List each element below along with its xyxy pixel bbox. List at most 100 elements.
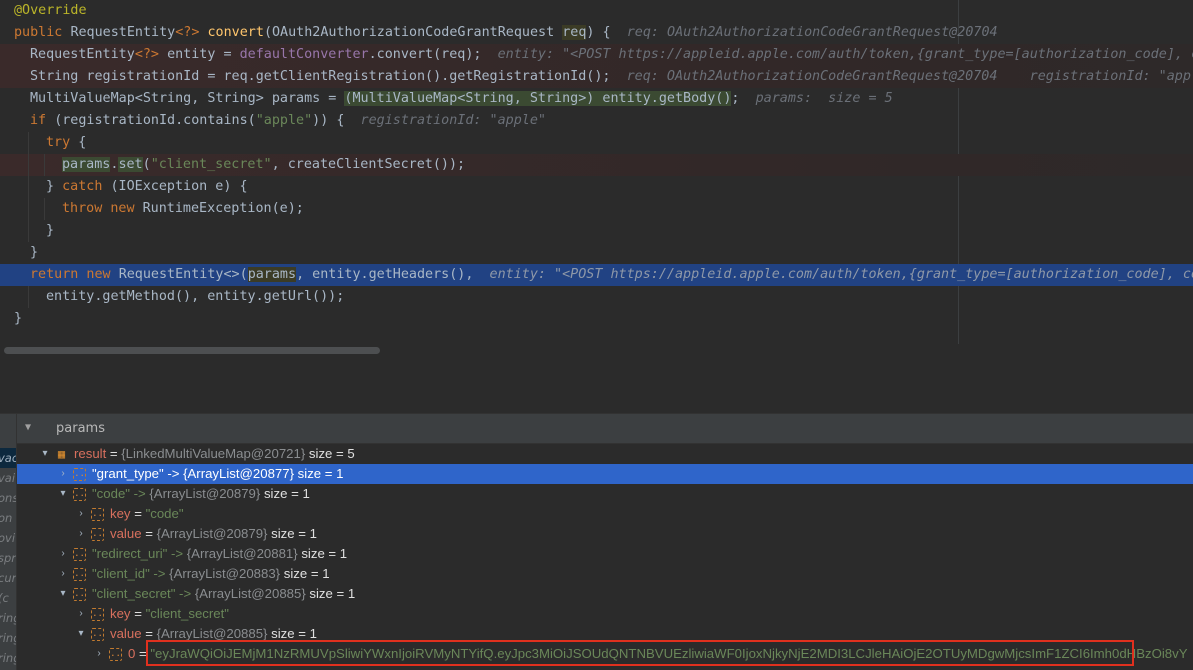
code-token: params [247, 267, 297, 282]
value-eq: = [141, 626, 157, 641]
code-text: params.set("client_secret", createClient… [62, 154, 465, 176]
frames-list[interactable]: vacvaionsonovisprcur(cringringring [0, 414, 17, 670]
code-line[interactable]: if (registrationId.contains("apple")) { … [0, 110, 1193, 132]
code-line[interactable]: } [0, 220, 1193, 242]
code-line[interactable]: public RequestEntity<?> convert(OAuth2Au… [0, 22, 1193, 44]
code-token: } [46, 223, 55, 238]
tree-node[interactable]: ▾ ▦ result = {LinkedMultiValueMap@20721} s… [17, 444, 1193, 464]
panel-title: params [56, 421, 105, 436]
tree-node[interactable]: ›.. value = {ArrayList@20879} size = 1 [17, 524, 1193, 544]
tree-node-label: "code" -> {ArrayList@20879} size = 1 [92, 484, 310, 504]
inline-debug-value: entity: "<POST https://appleid.apple.com… [497, 47, 1193, 62]
code-token: if [30, 113, 55, 128]
code-token: , entity.getHeaders(), [296, 267, 490, 282]
code-editor[interactable]: @Override public RequestEntity<?> convert… [0, 0, 1193, 344]
code-line[interactable]: params.set("client_secret", createClient… [0, 154, 1193, 176]
code-text: } catch (IOException e) { [46, 176, 248, 198]
tree-node[interactable]: ›.. "client_id" -> {ArrayList@20883} size… [17, 564, 1193, 584]
panel-splitter[interactable] [0, 358, 1193, 414]
chevron-down-icon[interactable]: ▾ [39, 444, 51, 464]
value-name: result [74, 446, 107, 461]
collapse-panel-button[interactable]: ▼ [17, 414, 47, 444]
object-icon: .. [73, 588, 86, 601]
chevron-right-icon[interactable]: › [57, 464, 69, 484]
stack-frame-item[interactable]: cur [0, 568, 16, 588]
stack-frame-item[interactable]: ring [0, 608, 16, 628]
tree-node[interactable]: ›.. 0 = "eyJraWQiOiJEMjM1NzRMUVpSliwiYWxn… [17, 644, 1193, 664]
stack-frame-item[interactable]: ring [0, 628, 16, 648]
chevron-right-icon[interactable]: › [75, 524, 87, 544]
value-name: key [110, 606, 131, 621]
code-line[interactable]: @Override [0, 0, 1193, 22]
value-name: value [110, 626, 142, 641]
chevron-right-icon[interactable]: › [93, 644, 105, 664]
tree-node[interactable]: ›.. "redirect_uri" -> {ArrayList@20881} s… [17, 544, 1193, 564]
editor-horizontal-scrollbar[interactable] [0, 344, 1193, 358]
tree-node[interactable]: ▾.. "client_secret" -> {ArrayList@20885} … [17, 584, 1193, 604]
tree-node-label: value = {ArrayList@20879} size = 1 [110, 524, 317, 544]
code-text: } [14, 308, 22, 330]
chevron-right-icon[interactable]: › [75, 604, 87, 624]
code-token: params [62, 157, 111, 172]
stack-frame-item[interactable]: ons [0, 488, 16, 508]
code-token: .convert(req); [368, 47, 498, 62]
code-line[interactable]: RequestEntity<?> entity = defaultConvert… [0, 44, 1193, 66]
inline-debug-value: registrationId: "apple" [360, 113, 546, 128]
stack-frame-item[interactable]: on [0, 508, 16, 528]
chevron-right-icon[interactable]: › [57, 564, 69, 584]
chevron-down-icon[interactable]: ▾ [57, 584, 69, 604]
stack-frame-item[interactable]: ovi [0, 528, 16, 548]
scrollbar-thumb[interactable] [4, 347, 380, 354]
code-token: RequestEntity [70, 25, 176, 40]
chevron-down-icon[interactable]: ▾ [57, 484, 69, 504]
tree-node[interactable]: ›.. "grant_type" -> {ArrayList@20877} siz… [17, 464, 1193, 484]
object-icon: .. [73, 568, 86, 581]
inline-debug-value: entity: "<POST https://appleid.apple.com… [489, 267, 1193, 282]
value-ref: {ArrayList@20885} [156, 626, 268, 641]
code-text: public RequestEntity<?> convert(OAuth2Au… [14, 22, 998, 44]
tree-node[interactable]: ›.. key = "client_secret" [17, 604, 1193, 624]
code-line[interactable]: } [0, 308, 1193, 330]
object-icon: .. [91, 628, 104, 641]
value-size: size = 1 [267, 626, 317, 641]
tree-node[interactable]: ▾.. value = {ArrayList@20885} size = 1 [17, 624, 1193, 644]
code-text: } [46, 220, 54, 242]
code-token: ( [142, 157, 151, 172]
code-line[interactable]: entity.getMethod(), entity.getUrl()); [0, 286, 1193, 308]
value-ref: {ArrayList@20881} [186, 546, 298, 561]
code-line[interactable]: try { [0, 132, 1193, 154]
chevron-right-icon[interactable]: › [57, 544, 69, 564]
code-token: return new [30, 267, 119, 282]
chevron-right-icon[interactable]: › [75, 504, 87, 524]
code-token: (MultiValueMap<String, String>) entity.g… [344, 91, 732, 106]
object-icon: .. [73, 488, 86, 501]
tree-node[interactable]: ▾.. "code" -> {ArrayList@20879} size = 1 [17, 484, 1193, 504]
value-eq: = [141, 526, 157, 541]
value-size: size = 1 [305, 586, 356, 601]
value-ref: {ArrayList@20879} [149, 486, 261, 501]
stack-frame-item[interactable]: (c [0, 588, 16, 608]
tree-node[interactable]: ›.. key = "code" [17, 504, 1193, 524]
map-object-icon: ▦ [57, 447, 66, 461]
stack-frame-item[interactable]: ring [0, 648, 16, 668]
code-token: entity.getMethod(), entity.getUrl()); [46, 289, 345, 304]
code-token: entity = [167, 47, 240, 62]
code-line[interactable]: String registrationId = req.getClientReg… [0, 66, 1193, 88]
value-quoted: "code" -> [92, 486, 150, 501]
code-line[interactable]: } catch (IOException e) { [0, 176, 1193, 198]
object-icon: .. [91, 508, 104, 521]
code-token: (registrationId.contains( [54, 113, 256, 128]
code-token: convert [207, 25, 264, 40]
code-line[interactable]: throw new RuntimeException(e); [0, 198, 1193, 220]
stack-frame-item[interactable]: vai [0, 468, 16, 488]
code-line[interactable]: MultiValueMap<String, String> params = (… [0, 88, 1193, 110]
code-line[interactable]: return new RequestEntity<>(params, entit… [0, 264, 1193, 286]
code-token: RequestEntity<>( [118, 267, 248, 282]
code-token: "apple" [255, 113, 313, 128]
stack-frame-item[interactable]: spr [0, 548, 16, 568]
chevron-down-icon[interactable]: ▾ [75, 624, 87, 644]
stack-frame-item[interactable]: vac [0, 448, 16, 468]
code-line[interactable]: } [0, 242, 1193, 264]
indent-guide [28, 286, 29, 308]
inline-debug-value: req: OAuth2AuthorizationCodeGrantRequest… [626, 25, 998, 40]
